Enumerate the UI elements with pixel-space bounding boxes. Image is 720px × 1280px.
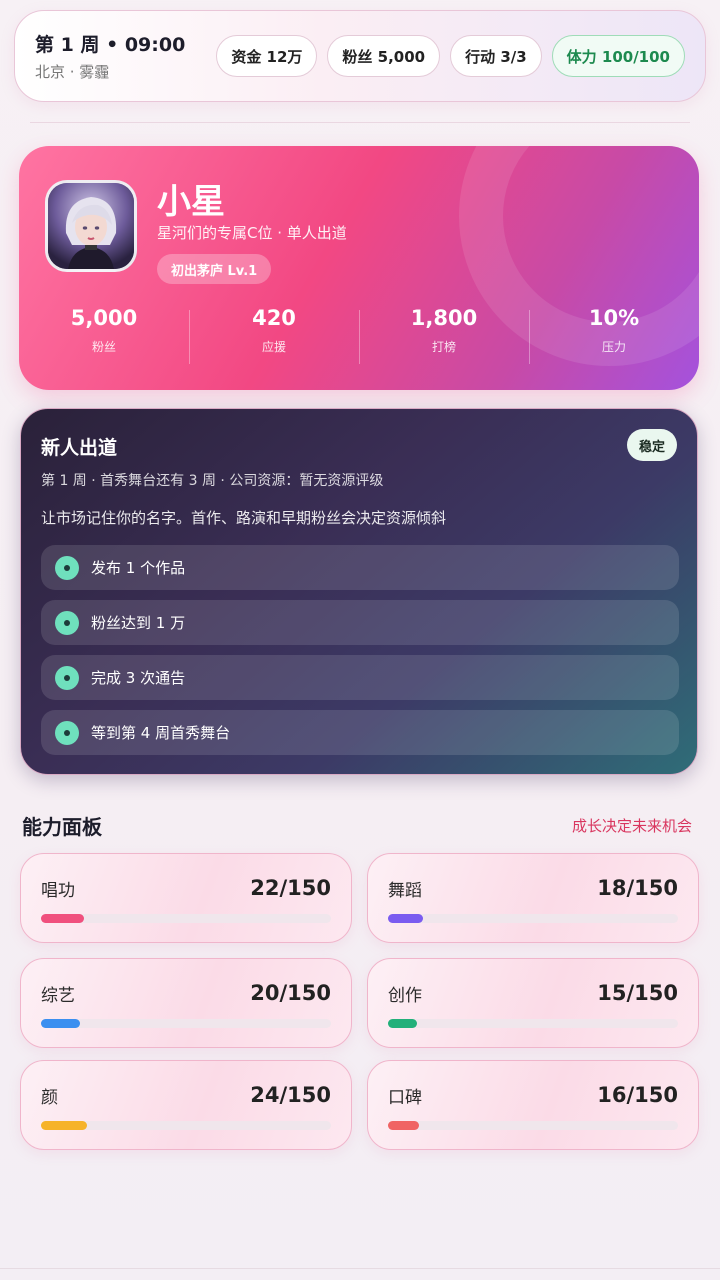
ability-card-dance[interactable]: 舞蹈 18/150	[367, 853, 699, 943]
task-bullet-icon	[55, 610, 79, 635]
ability-value: 15/150	[597, 981, 678, 1005]
task-item[interactable]: 粉丝达到 1 万	[41, 600, 679, 645]
money-chip[interactable]: 资金 12万	[216, 35, 318, 77]
debut-description: 让市场记住你的名字。首作、路演和早期粉丝会决定资源倾斜	[41, 509, 447, 527]
status-badge: 稳定	[626, 429, 677, 461]
task-label: 发布 1 个作品	[91, 559, 186, 577]
ability-track	[388, 1121, 678, 1130]
ability-fill	[388, 1019, 417, 1028]
ability-track	[41, 1121, 331, 1130]
location-weather: 北京 · 雾霾	[35, 63, 110, 81]
stat-label: 压力	[601, 340, 626, 354]
task-label: 等到第 4 周首秀舞台	[91, 724, 231, 742]
task-list: 发布 1 个作品 粉丝达到 1 万 完成 3 次通告 等到第 4 周首秀舞台	[41, 545, 679, 765]
ability-panel-hint: 成长决定未来机会	[571, 817, 692, 835]
ability-track	[41, 1019, 331, 1028]
avatar-portrait-icon	[48, 183, 134, 269]
ability-panel-title: 能力面板	[22, 815, 102, 839]
ability-fill	[41, 1019, 80, 1028]
stat-pressure: 10% 压力	[529, 306, 699, 366]
stat-label: 粉丝	[91, 340, 116, 354]
ability-name: 颜	[41, 1088, 58, 1108]
ability-name: 口碑	[388, 1088, 422, 1108]
stat-ranking: 1,800 打榜	[359, 306, 529, 366]
debut-card[interactable]: 新人出道 稳定 第 1 周 · 首秀舞台还有 3 周 · 公司资源：暂无资源评级…	[20, 408, 698, 775]
ability-fill	[388, 914, 423, 923]
divider	[30, 122, 690, 123]
ability-card-looks[interactable]: 颜 24/150	[20, 1060, 352, 1150]
stat-value: 1,800	[410, 306, 478, 330]
ability-track	[41, 914, 331, 923]
stat-support: 420 应援	[189, 306, 359, 366]
stamina-chip[interactable]: 体力 100/100	[551, 35, 685, 77]
status-bar: 第 1 周 • 09:00 北京 · 雾霾 资金 12万 粉丝 5,000 行动…	[14, 10, 706, 102]
ability-name: 创作	[388, 986, 422, 1006]
ability-card-creation[interactable]: 创作 15/150	[367, 958, 699, 1048]
ability-name: 唱功	[41, 881, 75, 901]
task-item[interactable]: 完成 3 次通告	[41, 655, 679, 700]
ability-value: 16/150	[597, 1083, 678, 1107]
level-badge: 初出茅庐 Lv.1	[157, 254, 272, 284]
stat-fans: 5,000 粉丝	[19, 306, 189, 366]
ability-card-variety[interactable]: 综艺 20/150	[20, 958, 352, 1048]
task-item[interactable]: 发布 1 个作品	[41, 545, 679, 590]
task-bullet-icon	[55, 555, 79, 580]
action-chip[interactable]: 行动 3/3	[450, 35, 542, 77]
ability-fill	[41, 1121, 88, 1130]
ability-value: 22/150	[250, 876, 331, 900]
ability-fill	[388, 1121, 419, 1130]
stat-value: 5,000	[70, 306, 138, 330]
ability-value: 18/150	[597, 876, 678, 900]
fans-chip[interactable]: 粉丝 5,000	[327, 35, 441, 77]
task-item[interactable]: 等到第 4 周首秀舞台	[41, 710, 679, 755]
debut-title: 新人出道	[41, 437, 118, 459]
bottom-divider	[0, 1268, 720, 1269]
ability-card-singing[interactable]: 唱功 22/150	[20, 853, 352, 943]
profile-subtitle: 星河们的专属C位 · 单人出道	[157, 224, 347, 242]
task-label: 完成 3 次通告	[91, 669, 186, 687]
stat-value: 10%	[588, 306, 640, 330]
ability-value: 20/150	[250, 981, 331, 1005]
ability-card-reputation[interactable]: 口碑 16/150	[367, 1060, 699, 1150]
week-time: 第 1 周 • 09:00	[35, 34, 186, 56]
ability-track	[388, 1019, 678, 1028]
profile-card[interactable]: 小星 星河们的专属C位 · 单人出道 初出茅庐 Lv.1 5,000 粉丝 42…	[19, 146, 699, 390]
ability-track	[388, 914, 678, 923]
stat-label: 打榜	[431, 340, 456, 354]
task-bullet-icon	[55, 665, 79, 690]
stat-label: 应援	[261, 340, 286, 354]
avatar[interactable]	[45, 180, 137, 272]
debut-info: 第 1 周 · 首秀舞台还有 3 周 · 公司资源：暂无资源评级	[41, 473, 384, 489]
ability-fill	[41, 914, 84, 923]
task-label: 粉丝达到 1 万	[91, 614, 186, 632]
stat-value: 420	[252, 306, 296, 330]
ability-value: 24/150	[250, 1083, 331, 1107]
profile-name: 小星	[157, 182, 225, 222]
profile-stats: 5,000 粉丝 420 应援 1,800 打榜 10% 压力	[19, 306, 699, 366]
ability-name: 综艺	[41, 986, 75, 1006]
task-bullet-icon	[55, 720, 79, 745]
ability-name: 舞蹈	[388, 881, 422, 901]
